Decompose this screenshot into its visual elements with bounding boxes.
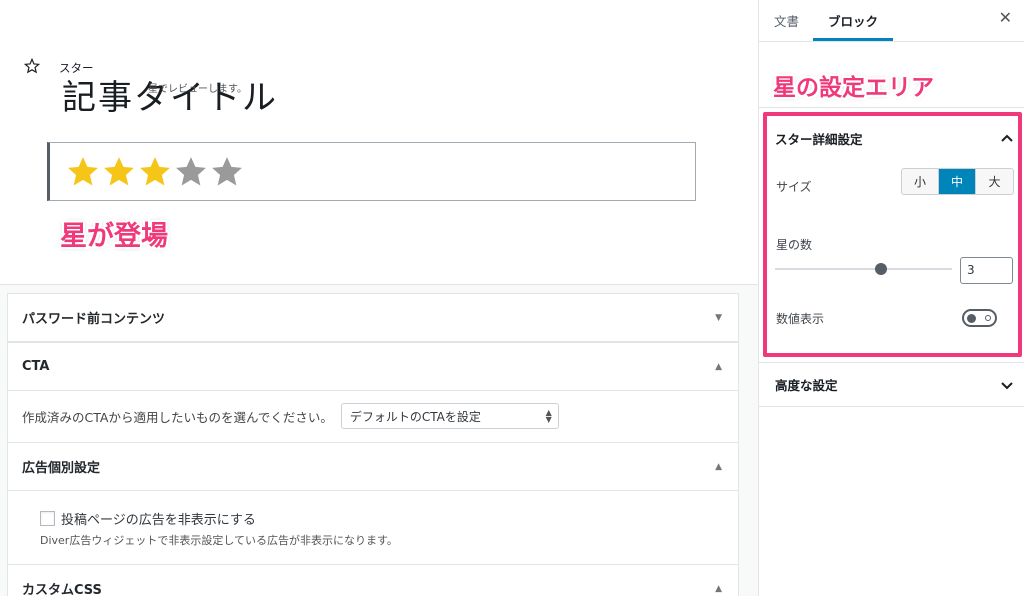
size-option-medium[interactable]: 中 [939, 169, 976, 194]
callout-stars-appear: 星が登場 [60, 221, 168, 252]
star-icon [138, 155, 172, 189]
panel-title: スター詳細設定 [775, 131, 863, 147]
hide-ads-note: Diver広告ウィジェットで非表示設定している広告が非表示になります。 [40, 534, 398, 547]
select-arrows-icon: ▲ ▼ [545, 408, 552, 424]
numeric-display-label: 数値表示 [776, 312, 825, 326]
meta-box-title: CTA [22, 359, 50, 374]
cta-prompt: 作成済みのCTAから適用したいものを選んでください。 [22, 409, 333, 425]
size-option-large[interactable]: 大 [976, 169, 1013, 194]
block-name: スター [59, 61, 94, 75]
close-icon[interactable]: ✕ [999, 8, 1012, 27]
tab-document[interactable]: 文書 [774, 11, 799, 30]
callout-star-settings-area: 星の設定エリア [773, 75, 934, 101]
toggle-off-mark [985, 314, 991, 321]
hide-ads-checkbox[interactable] [40, 511, 55, 526]
meta-box-header[interactable]: カスタムCSS ▲ [8, 565, 738, 596]
hide-ads-label: 投稿ページの広告を非表示にする [61, 513, 256, 528]
star-icon [66, 155, 100, 189]
advanced-panel: 高度な設定 [759, 363, 1024, 407]
meta-box-title: 広告個別設定 [22, 461, 101, 476]
cta-meta-box: CTA ▲ 作成済みのCTAから適用したいものを選んでください。 デフォルトのC… [7, 342, 739, 442]
star-count-label: 星の数 [776, 238, 813, 252]
chevron-up-icon[interactable] [1000, 131, 1014, 145]
active-tab-indicator [813, 38, 893, 41]
meta-box-header[interactable]: パスワード前コンテンツ ▼ [8, 294, 738, 342]
star-count-input[interactable]: 3 [960, 257, 1013, 284]
meta-box-header[interactable]: CTA ▲ [8, 343, 738, 391]
cta-select-value: デフォルトのCTAを設定 [349, 409, 481, 424]
size-label: サイズ [776, 180, 812, 194]
sidebar-tabs: 文書 ブロック ✕ [759, 0, 1024, 42]
custom-css-meta-box: カスタムCSS ▲ [7, 564, 739, 596]
meta-box-body: 投稿ページの広告を非表示にする Diver広告ウィジェットで非表示設定している広… [8, 491, 738, 565]
meta-box-title: カスタムCSS [22, 583, 102, 596]
ads-meta-box: 広告個別設定 ▲ 投稿ページの広告を非表示にする Diver広告ウィジェットで非… [7, 442, 739, 565]
star-icon [174, 155, 208, 189]
password-meta-box: パスワード前コンテンツ ▼ [7, 293, 739, 342]
size-option-small[interactable]: 小 [902, 169, 939, 194]
tab-block[interactable]: ブロック [828, 11, 878, 30]
star-count-slider[interactable] [775, 263, 952, 275]
star-icon [210, 155, 244, 189]
toggle-knob [967, 313, 976, 323]
size-selector: 小 中 大 [901, 168, 1014, 195]
caret-up-icon[interactable]: ▲ [715, 462, 722, 472]
meta-boxes-area: パスワード前コンテンツ ▼ CTA ▲ 作成済みのCTAから適用したいものを選ん… [0, 284, 758, 596]
star-rating-block[interactable] [47, 142, 696, 201]
panel-title: 高度な設定 [775, 378, 838, 393]
cta-select[interactable]: デフォルトのCTAを設定 ▲ ▼ [340, 403, 559, 429]
caret-down-icon[interactable]: ▼ [715, 313, 722, 323]
chevron-down-icon[interactable] [1000, 378, 1014, 392]
star-settings-header[interactable]: スター詳細設定 [759, 113, 1024, 163]
editor-canvas: 記事タイトル パスワード前コンテンツ ▼ CTA ▲ 作成済みのCTAから適用し… [0, 0, 758, 596]
star-block-icon [24, 58, 40, 74]
numeric-display-toggle[interactable] [962, 309, 997, 327]
advanced-header[interactable]: 高度な設定 [759, 363, 1024, 406]
meta-box-body: 作成済みのCTAから適用したいものを選んでください。 デフォルトのCTAを設定 … [8, 391, 738, 442]
caret-up-icon[interactable]: ▲ [715, 584, 722, 594]
caret-up-icon[interactable]: ▲ [715, 362, 722, 372]
block-description: 星でレビューします。 [148, 84, 247, 95]
meta-box-title: パスワード前コンテンツ [22, 312, 166, 327]
star-icon [102, 155, 136, 189]
meta-box-header[interactable]: 広告個別設定 ▲ [8, 443, 738, 491]
